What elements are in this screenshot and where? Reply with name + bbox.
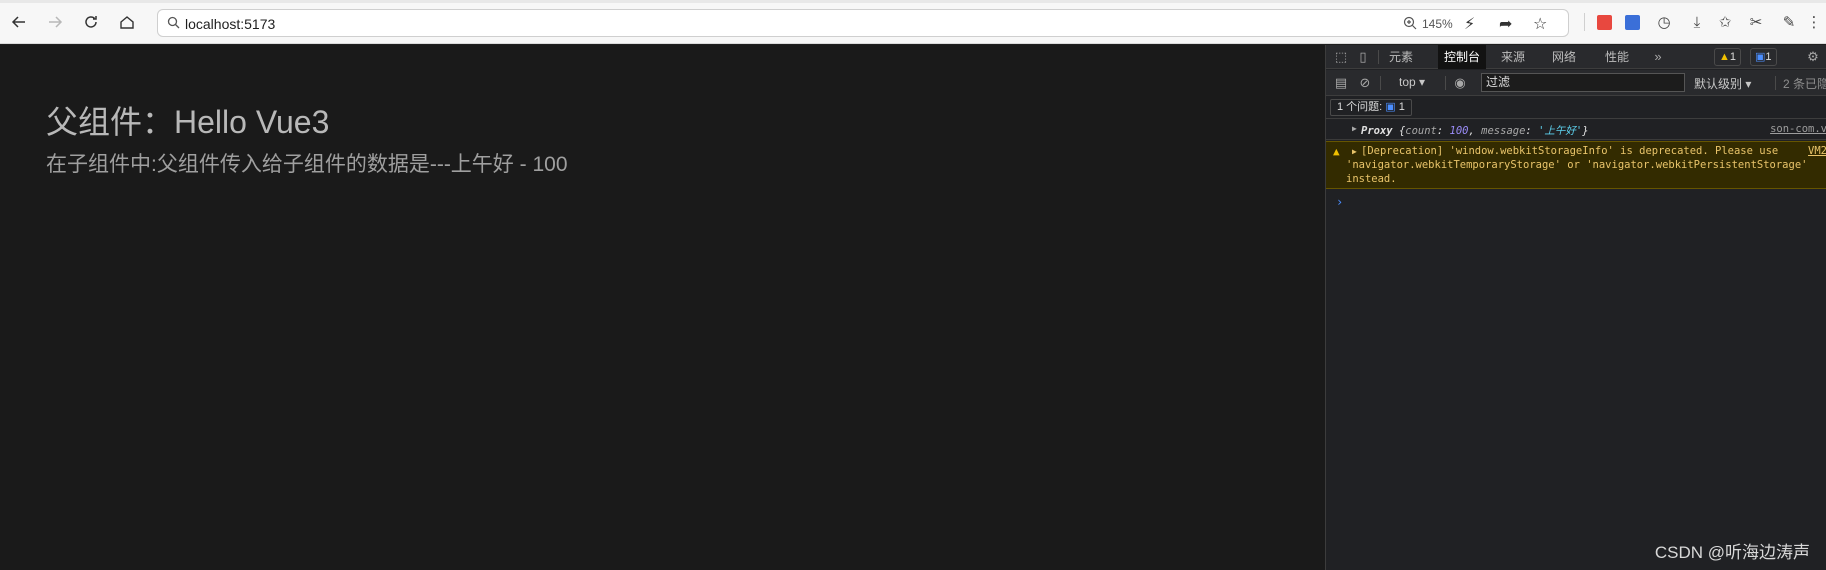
chevron-down-icon: ▾ xyxy=(1419,75,1426,89)
log-level-selector[interactable]: 默认级别 ▾ xyxy=(1694,75,1751,92)
log-value: 100 xyxy=(1449,125,1469,137)
pen-icon: ✎ xyxy=(1782,14,1796,31)
url-text[interactable]: localhost:5173 xyxy=(185,16,275,32)
warnings-badge[interactable]: ▲1 xyxy=(1714,48,1742,66)
history-button[interactable]: ◷ xyxy=(1653,11,1675,33)
warning-text: [Deprecation] 'window.webkitStorageInfo'… xyxy=(1361,145,1779,157)
translate-extension-button[interactable] xyxy=(1621,11,1643,33)
inspect-element-icon[interactable]: ⬚ xyxy=(1333,49,1349,65)
issues-button[interactable]: 1 个问题: ▣ 1 xyxy=(1330,99,1412,116)
screenshot-button[interactable]: ✂ xyxy=(1745,11,1767,33)
console-log-entry[interactable]: ▶ Proxy {count: 100, message: '上午好'} son… xyxy=(1326,120,1826,140)
scissors-icon: ✂ xyxy=(1749,14,1763,31)
warning-text: instead. xyxy=(1346,173,1397,185)
download-icon: ⤓ xyxy=(1693,13,1701,31)
warning-text: 'navigator.webkitTemporaryStorage' or 'n… xyxy=(1346,159,1808,171)
bar-separator xyxy=(1380,76,1381,90)
arrow-right-icon xyxy=(49,16,63,28)
tab-elements[interactable]: 元素 xyxy=(1383,45,1419,69)
warning-icon: ▲ xyxy=(1719,51,1730,63)
reload-icon xyxy=(85,16,97,28)
devtools-tab-bar: ⬚ ▯ 元素 控制台 来源 网络 性能 » ▲1 ▣1 ⚙ xyxy=(1326,45,1826,69)
home-button[interactable] xyxy=(116,11,138,33)
zoom-icon[interactable] xyxy=(1403,16,1417,30)
bar-separator xyxy=(1775,76,1776,90)
more-tabs-icon[interactable]: » xyxy=(1650,49,1666,65)
messages-badge[interactable]: ▣1 xyxy=(1750,48,1777,66)
bar-separator xyxy=(1445,76,1446,90)
eye-icon[interactable]: ◉ xyxy=(1452,75,1468,91)
tab-performance[interactable]: 性能 xyxy=(1599,45,1635,69)
context-selector[interactable]: top ▾ xyxy=(1399,75,1425,89)
warning-source-link[interactable]: VM2 xyxy=(1808,145,1826,157)
tab-console[interactable]: 控制台 xyxy=(1438,45,1487,69)
log-value: '上午好' xyxy=(1538,125,1583,137)
message-icon: ▣ xyxy=(1755,51,1766,63)
console-toolbar: ▤ ⊘ top ▾ ◉ 过滤 默认级别 ▾ 2 条已隐 xyxy=(1326,70,1826,96)
history-icon: ◷ xyxy=(1657,14,1671,31)
share-icon[interactable]: ➦ xyxy=(1499,14,1512,34)
issues-label: 1 个问题: xyxy=(1337,101,1383,113)
devtools-panel: ⬚ ▯ 元素 控制台 来源 网络 性能 » ▲1 ▣1 ⚙ ▤ ⊘ top ▾ … xyxy=(1325,45,1826,570)
context-value: top xyxy=(1399,75,1416,89)
log-level-value: 默认级别 xyxy=(1694,77,1743,91)
favorite-star-icon[interactable]: ☆ xyxy=(1533,14,1547,34)
expand-triangle-icon[interactable]: ▶ xyxy=(1352,147,1357,156)
forward-button[interactable] xyxy=(44,11,66,33)
back-button[interactable] xyxy=(8,11,30,33)
hidden-count[interactable]: 2 条已隐 xyxy=(1783,75,1826,92)
menu-button[interactable]: ⋮ xyxy=(1803,11,1825,33)
downloads-button[interactable]: ⤓ xyxy=(1686,11,1708,33)
warning-icon: ▲ xyxy=(1333,145,1340,158)
more-vertical-icon: ⋮ xyxy=(1806,14,1822,31)
page-viewport: 父组件：Hello Vue3 在子组件中:父组件传入给子组件的数据是---上午好… xyxy=(0,45,1325,570)
log-object[interactable]: Proxy {count: 100, message: '上午好'} xyxy=(1361,123,1589,138)
console-prompt[interactable]: › xyxy=(1336,195,1343,209)
home-icon xyxy=(120,16,134,29)
log-key: count xyxy=(1405,125,1437,137)
favorites-icon: ✩ xyxy=(1718,14,1732,31)
warnings-count: 1 xyxy=(1729,51,1737,63)
toolbar-divider xyxy=(1584,13,1585,31)
filter-input[interactable]: 过滤 xyxy=(1481,73,1685,92)
tab-network[interactable]: 网络 xyxy=(1546,45,1582,69)
message-icon: ▣ xyxy=(1385,101,1396,113)
log-key: message xyxy=(1481,125,1526,137)
arrow-left-icon xyxy=(11,16,25,28)
settings-gear-icon[interactable]: ⚙ xyxy=(1805,49,1821,65)
messages-count: 1 xyxy=(1765,51,1772,63)
issues-bar: 1 个问题: ▣ 1 xyxy=(1326,97,1826,119)
log-source-link[interactable]: son-com.v xyxy=(1770,123,1826,135)
zoom-level[interactable]: 145% xyxy=(1422,17,1453,31)
parent-heading: 父组件：Hello Vue3 xyxy=(46,104,330,140)
pdf-icon xyxy=(1596,14,1612,30)
favorites-button[interactable]: ✩ xyxy=(1714,11,1736,33)
console-warning-entry[interactable]: ▲ ▶ [Deprecation] 'window.webkitStorageI… xyxy=(1326,141,1826,189)
tab-separator xyxy=(1378,50,1379,64)
device-toolbar-icon[interactable]: ▯ xyxy=(1355,49,1371,65)
child-message: 在子组件中:父组件传入给子组件的数据是---上午好 - 100 xyxy=(46,153,568,176)
issues-count: 1 xyxy=(1398,101,1405,113)
lightning-icon[interactable]: ⚡ xyxy=(1464,14,1475,34)
search-icon xyxy=(167,16,180,29)
reload-button[interactable] xyxy=(80,11,102,33)
clear-console-icon[interactable]: ⊘ xyxy=(1357,75,1373,91)
chevron-down-icon: ▾ xyxy=(1745,77,1752,91)
translate-icon xyxy=(1624,14,1640,30)
pdf-extension-button[interactable] xyxy=(1593,11,1615,33)
watermark: CSDN @听海边涛声 xyxy=(1654,543,1810,562)
address-bar[interactable]: localhost:5173 145% ⚡ ➦ ☆ xyxy=(157,9,1569,37)
expand-triangle-icon[interactable]: ▶ xyxy=(1352,124,1357,133)
log-close-brace: } xyxy=(1582,125,1589,137)
sidebar-toggle-icon[interactable]: ▤ xyxy=(1333,75,1349,91)
browser-toolbar: localhost:5173 145% ⚡ ➦ ☆ ◷ ⤓ ✩ ✂ ✎ ⋮ xyxy=(0,0,1826,44)
tab-sources[interactable]: 来源 xyxy=(1495,45,1531,69)
tabstrip-edge xyxy=(0,0,1826,3)
log-label: Proxy xyxy=(1361,125,1393,137)
draw-button[interactable]: ✎ xyxy=(1778,11,1800,33)
